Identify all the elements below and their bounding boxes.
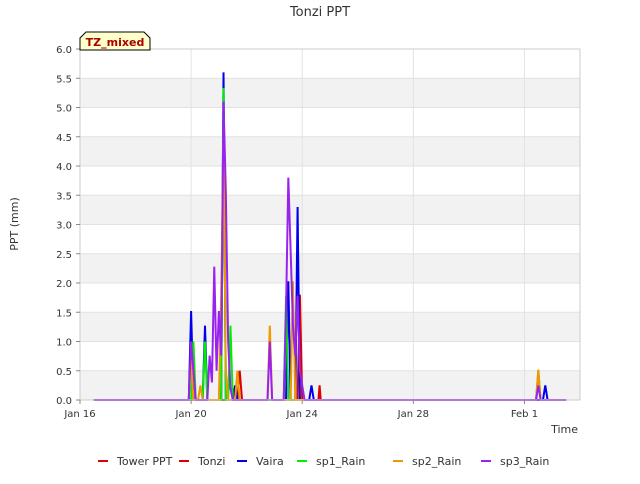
y-tick-label: 1.5 — [56, 308, 72, 319]
x-axis-label: Time — [550, 423, 578, 436]
plot-band — [80, 107, 580, 137]
x-tick-label: Jan 16 — [63, 409, 95, 420]
precipitation-chart: 0.00.51.01.52.02.53.03.54.04.55.05.56.0 … — [8, 5, 581, 468]
y-axis-ticks: 0.0 0.5 1.0 1.5 2.0 2.5 3.0 3.5 4.0 4.5 5.0 5.5 6.0 — [56, 45, 80, 407]
plot-band — [80, 312, 580, 342]
plot-band — [80, 49, 580, 79]
x-axis-ticks: Jan 16 Jan 20 Jan 24 Jan 28 Feb 1 — [63, 400, 538, 420]
y-tick-label: 4.0 — [56, 162, 72, 173]
legend-label-sp2-rain: sp2_Rain — [412, 455, 461, 468]
plot-band — [80, 370, 580, 400]
plot-band — [80, 283, 580, 313]
y-tick-label: 0.0 — [56, 396, 72, 407]
plot-band — [80, 166, 580, 196]
y-tick-label: 3.0 — [56, 221, 72, 232]
legend-label-sp3-rain: sp3_Rain — [500, 455, 549, 468]
y-tick-label: 4.5 — [56, 133, 72, 144]
y-tick-label: 2.0 — [56, 279, 72, 290]
legend-label-sp1-rain: sp1_Rain — [316, 455, 365, 468]
y-tick-label: 5.5 — [56, 74, 72, 85]
station-badge-text: TZ_mixed — [86, 36, 145, 49]
legend-label-tower-ppt: Tower PPT — [116, 455, 173, 468]
plot-band — [80, 136, 580, 166]
plot-band — [80, 195, 580, 225]
y-tick-label: 5.0 — [56, 104, 72, 115]
legend-label-vaira: Vaira — [256, 455, 284, 468]
legend: Tower PPT Tonzi Vaira sp1_Rain sp2_Rain sp3_R… — [98, 455, 549, 468]
y-axis-label: PPT (mm) — [8, 197, 21, 251]
legend-label-tonzi: Tonzi — [197, 455, 225, 468]
y-tick-label: 6.0 — [56, 45, 72, 56]
x-tick-label: Feb 1 — [511, 409, 538, 420]
station-badge: TZ_mixed — [79, 31, 151, 51]
plot-band — [80, 224, 580, 254]
y-tick-label: 2.5 — [56, 250, 72, 261]
y-tick-label: 3.5 — [56, 191, 72, 202]
plot-band — [80, 341, 580, 371]
x-tick-label: Jan 24 — [286, 409, 318, 420]
plot-band — [80, 78, 580, 108]
plot-band — [80, 253, 580, 283]
x-tick-label: Jan 28 — [397, 409, 429, 420]
chart-container: 0.0 0.5 1.0 1.5 2.0 2.5 3.0 3.5 4.0 4.5 5.0 5.5 6.0 … — [0, 0, 640, 480]
y-tick-label: 1.0 — [56, 338, 72, 349]
x-tick-label: Jan 20 — [174, 409, 206, 420]
y-tick-label: 0.5 — [56, 367, 72, 378]
chart-title: Tonzi PPT — [289, 5, 350, 20]
